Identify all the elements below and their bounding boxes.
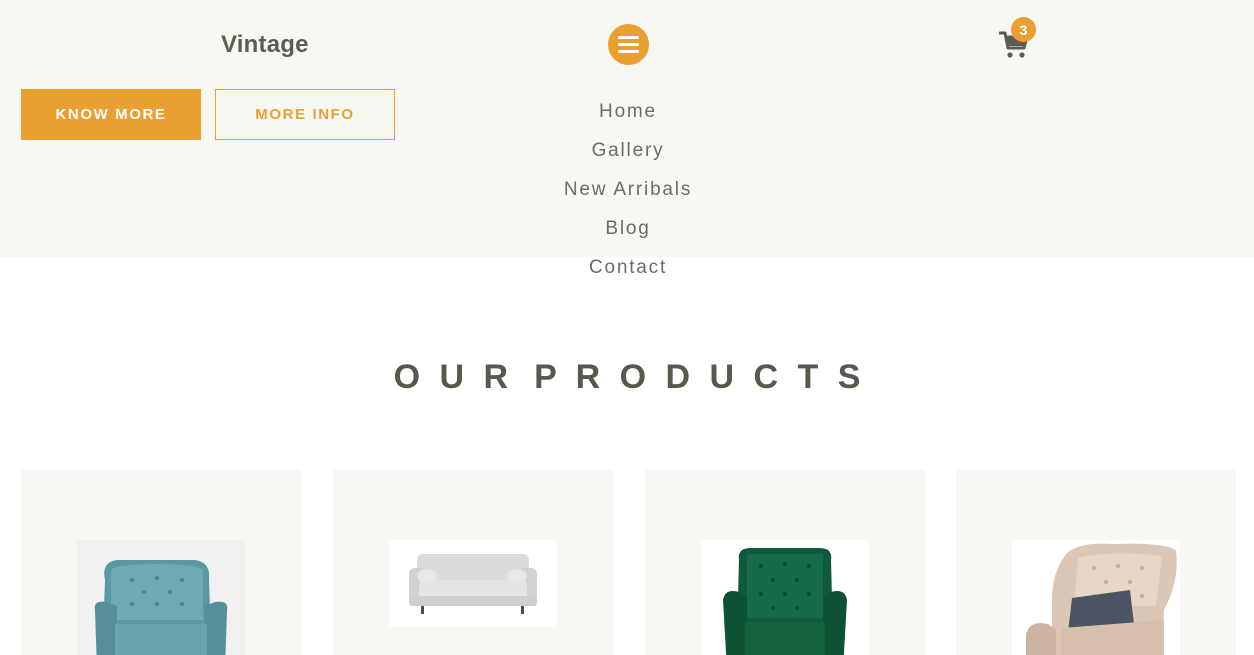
menu-toggle-button[interactable] — [608, 24, 649, 65]
hamburger-icon-line — [618, 36, 639, 39]
product-image-green-armchair[interactable] — [701, 540, 869, 655]
hamburger-icon-line — [618, 50, 639, 53]
product-card[interactable] — [645, 470, 925, 655]
product-image-grey-sofa[interactable] — [389, 540, 557, 627]
product-card[interactable] — [956, 470, 1236, 655]
nav-item-blog[interactable]: Blog — [528, 213, 728, 252]
nav-item-gallery[interactable]: Gallery — [528, 135, 728, 174]
brand-logo[interactable]: Vintage — [221, 31, 309, 59]
product-card[interactable] — [333, 470, 613, 655]
section-title-word: P R O D U C T S — [534, 358, 861, 396]
more-info-button[interactable]: MORE INFO — [215, 89, 395, 140]
cart-count-badge: 3 — [1011, 17, 1036, 42]
nav-item-new-arribals[interactable]: New Arribals — [528, 174, 728, 213]
product-image-blue-armchair[interactable] — [77, 540, 245, 655]
nav-item-home[interactable]: Home — [528, 96, 728, 135]
product-image-beige-armchair[interactable] — [1012, 540, 1180, 655]
section-title-word: O U R — [393, 358, 509, 396]
section-title: O U RP R O D U C T S — [0, 358, 1254, 397]
product-card[interactable] — [21, 470, 301, 655]
main-nav-menu: Home Gallery New Arribals Blog Contact — [528, 96, 728, 291]
know-more-button[interactable]: KNOW MORE — [21, 89, 201, 140]
hamburger-icon-line — [618, 43, 639, 46]
nav-item-contact[interactable]: Contact — [528, 252, 728, 291]
